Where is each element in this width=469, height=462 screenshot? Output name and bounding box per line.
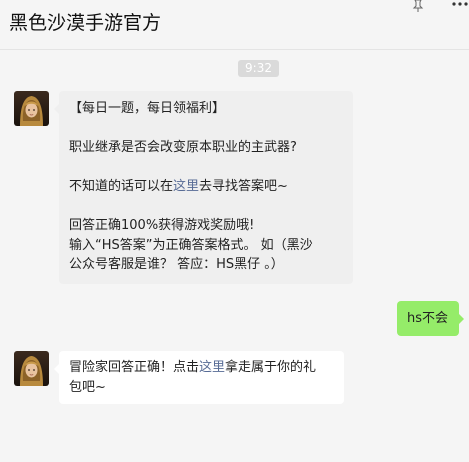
- message-line: 冒险家回答正确！点击这里拿走属于你的礼: [69, 360, 317, 375]
- character-avatar-icon: [14, 351, 49, 386]
- message-timestamp: 9:32: [238, 60, 279, 77]
- message-line: 回答正确100%获得游戏奖励哦!: [69, 218, 255, 233]
- message-line: 职业继承是否会改变原本职业的主武器?: [69, 140, 297, 155]
- chat-title: 黑色沙漠手游官方: [9, 12, 162, 34]
- incoming-message-bubble: 冒险家回答正确！点击这里拿走属于你的礼 包吧~: [54, 351, 344, 404]
- outgoing-message-bubble: hs不会: [397, 301, 464, 336]
- message-line: 【每日一题，每日领福利】: [69, 101, 226, 116]
- message-line: 不知道的话可以在这里去寻找答案吧~: [69, 179, 288, 194]
- outgoing-message-text: hs不会: [407, 311, 449, 326]
- message-line: 输入“HS答案”为正确答案格式。 如（黑沙: [69, 237, 313, 253]
- pin-icon[interactable]: [412, 0, 424, 12]
- chat-header: 黑色沙漠手游官方: [0, 0, 469, 50]
- character-avatar-icon: [14, 91, 49, 126]
- sender-avatar[interactable]: [14, 351, 49, 386]
- reward-link[interactable]: 这里: [199, 360, 225, 375]
- message-line: 公众号客服是谁？ 答应：HS黑仔 。）: [69, 257, 284, 272]
- more-icon[interactable]: [451, 0, 469, 12]
- incoming-message-bubble: 【每日一题，每日领福利】 职业继承是否会改变原本职业的主武器? 不知道的话可以在…: [54, 91, 353, 284]
- message-line: 包吧~: [69, 379, 106, 395]
- answer-link[interactable]: 这里: [173, 179, 199, 194]
- sender-avatar[interactable]: [14, 91, 49, 126]
